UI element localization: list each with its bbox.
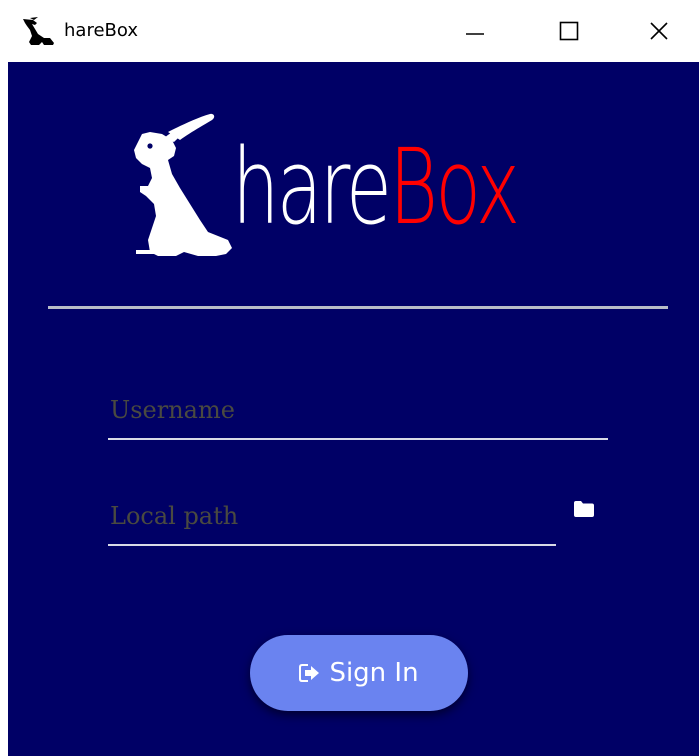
username-input[interactable] xyxy=(108,382,608,438)
rabbit-logo-icon xyxy=(134,113,232,256)
close-icon xyxy=(650,22,668,40)
close-button[interactable] xyxy=(636,0,682,62)
sign-in-button[interactable]: Sign In xyxy=(250,635,468,711)
sign-in-label: Sign In xyxy=(329,658,419,688)
sign-in-icon xyxy=(299,663,321,683)
username-field[interactable] xyxy=(108,382,608,440)
header-divider xyxy=(48,306,668,309)
maximize-button[interactable] xyxy=(546,0,592,62)
local-path-input[interactable] xyxy=(108,488,556,544)
window-title: hareBox xyxy=(64,20,138,41)
minimize-icon xyxy=(466,33,484,35)
browse-folder-button[interactable] xyxy=(570,494,598,524)
logo-wordmark: hareBox xyxy=(232,112,520,262)
logo-text-hare: hare xyxy=(232,126,392,248)
title-bar: hareBox xyxy=(0,0,699,62)
logo-text-box: Box xyxy=(389,126,520,248)
maximize-icon xyxy=(559,21,579,41)
local-path-field[interactable] xyxy=(108,488,556,546)
folder-icon xyxy=(574,501,594,517)
harebox-logo: hareBox xyxy=(128,112,598,262)
login-panel: hareBox Sign In xyxy=(8,62,699,756)
rabbit-icon xyxy=(23,17,54,45)
minimize-button[interactable] xyxy=(452,0,498,62)
